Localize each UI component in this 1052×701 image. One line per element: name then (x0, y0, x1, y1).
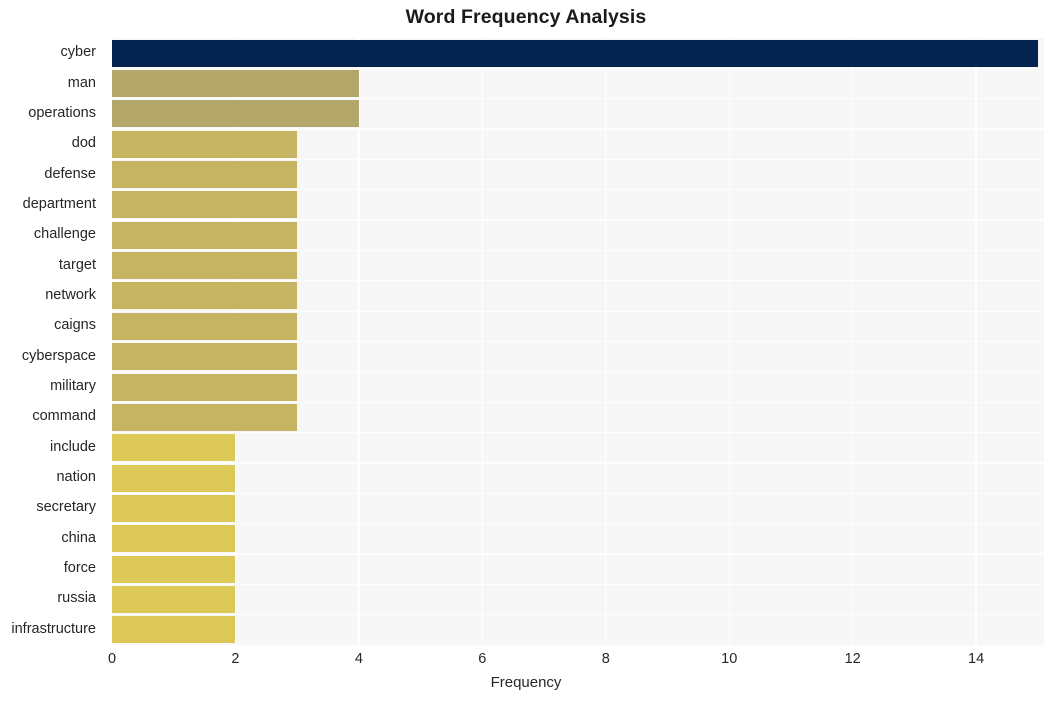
bar-row (112, 372, 1044, 402)
bar-cyber[interactable] (112, 39, 1038, 67)
y-tick-label-military: military (50, 378, 96, 395)
row-separator (112, 583, 1044, 585)
row-separator (112, 431, 1044, 434)
y-tick-label-nation: nation (56, 469, 96, 486)
y-tick-label-caigns: caigns (54, 317, 96, 334)
row-separator (112, 67, 1044, 69)
y-tick-label-russia: russia (57, 590, 96, 607)
y-tick-label-cyberspace: cyberspace (21, 347, 96, 364)
bar-row (112, 220, 1044, 250)
bar-caigns[interactable] (112, 312, 298, 340)
bar-row (112, 38, 1044, 68)
row-separator (112, 340, 1044, 343)
bar-row (112, 584, 1044, 614)
y-tick-label-force: force (63, 560, 96, 577)
bar-row (112, 463, 1044, 493)
chart-title: Word Frequency Analysis (405, 6, 647, 28)
bar-row (112, 250, 1044, 280)
bar-row (112, 524, 1044, 554)
y-tick-label-department: department (22, 195, 96, 212)
row-separator (112, 249, 1044, 252)
bar-nation[interactable] (112, 464, 236, 492)
x-tick-label-8: 8 (601, 651, 610, 667)
bar-russia[interactable] (112, 585, 236, 613)
bar-row (112, 433, 1044, 463)
bar-challenge[interactable] (112, 221, 298, 249)
y-tick-label-dod: dod (71, 135, 96, 152)
row-separator (112, 614, 1044, 616)
bar-include[interactable] (112, 434, 236, 462)
x-tick-label-12: 12 (844, 651, 861, 667)
row-separator (112, 522, 1044, 525)
chart-figure: Word Frequency Analysis cyber man operatio… (0, 0, 1052, 701)
x-tick-label-10: 10 (721, 651, 738, 667)
bar-china[interactable] (112, 525, 236, 553)
x-tick-label-0: 0 (107, 651, 117, 667)
bar-network[interactable] (112, 282, 298, 310)
row-separator (112, 553, 1044, 555)
bar-target[interactable] (112, 252, 298, 280)
x-tick-label-2: 2 (231, 651, 240, 667)
y-tick-label-china: china (61, 529, 96, 546)
row-separator (112, 219, 1044, 221)
row-separator (112, 462, 1044, 464)
y-tick-label-infrastructure: infrastructure (11, 620, 96, 637)
plot-area (111, 38, 1044, 645)
bar-military[interactable] (112, 373, 298, 401)
x-axis-tick-labels: 0 2 4 6 8 10 12 14 (0, 645, 1052, 675)
bar-secretary[interactable] (112, 494, 236, 522)
row-separator (112, 189, 1044, 191)
bar-man[interactable] (112, 70, 359, 97)
row-separator (112, 310, 1044, 312)
bar-row (112, 190, 1044, 220)
y-tick-label-command: command (32, 408, 96, 425)
bar-row (112, 129, 1044, 159)
row-separator (112, 128, 1044, 130)
bar-dod[interactable] (112, 130, 298, 158)
x-tick-label-6: 6 (478, 651, 487, 667)
bar-row (112, 281, 1044, 311)
bar-row (112, 159, 1044, 189)
bar-row (112, 342, 1044, 372)
bar-force[interactable] (112, 555, 236, 583)
row-separator (112, 492, 1044, 494)
y-tick-label-cyber: cyber (60, 44, 96, 61)
x-axis-title: Frequency (490, 674, 562, 691)
bar-row (112, 99, 1044, 129)
y-tick-label-include: include (50, 438, 96, 455)
bar-command[interactable] (112, 403, 298, 431)
bar-row (112, 311, 1044, 341)
y-tick-label-man: man (67, 74, 96, 91)
row-separator (112, 371, 1044, 373)
bar-row (112, 615, 1044, 645)
y-tick-label-challenge: challenge (33, 226, 96, 243)
bar-row (112, 402, 1044, 432)
bar-defense[interactable] (112, 161, 298, 189)
y-tick-label-target: target (58, 256, 96, 273)
x-tick-label-4: 4 (354, 651, 363, 667)
y-tick-label-secretary: secretary (36, 499, 96, 516)
row-separator (112, 401, 1044, 403)
row-separator (112, 98, 1044, 100)
bar-row (112, 554, 1044, 584)
y-tick-label-defense: defense (44, 165, 96, 182)
row-separator (112, 158, 1044, 161)
row-separator (112, 280, 1044, 282)
y-tick-label-operations: operations (28, 104, 96, 121)
bar-infrastructure[interactable] (112, 616, 236, 644)
bar-row (112, 68, 1044, 98)
y-axis-tick-labels: cyber man operations dod defense department ch… (0, 38, 104, 645)
bar-operations[interactable] (112, 100, 359, 128)
bar-cyberspace[interactable] (112, 343, 298, 371)
bar-department[interactable] (112, 191, 298, 219)
x-tick-label-14: 14 (968, 651, 985, 667)
y-tick-label-network: network (45, 286, 96, 303)
bar-row (112, 493, 1044, 523)
